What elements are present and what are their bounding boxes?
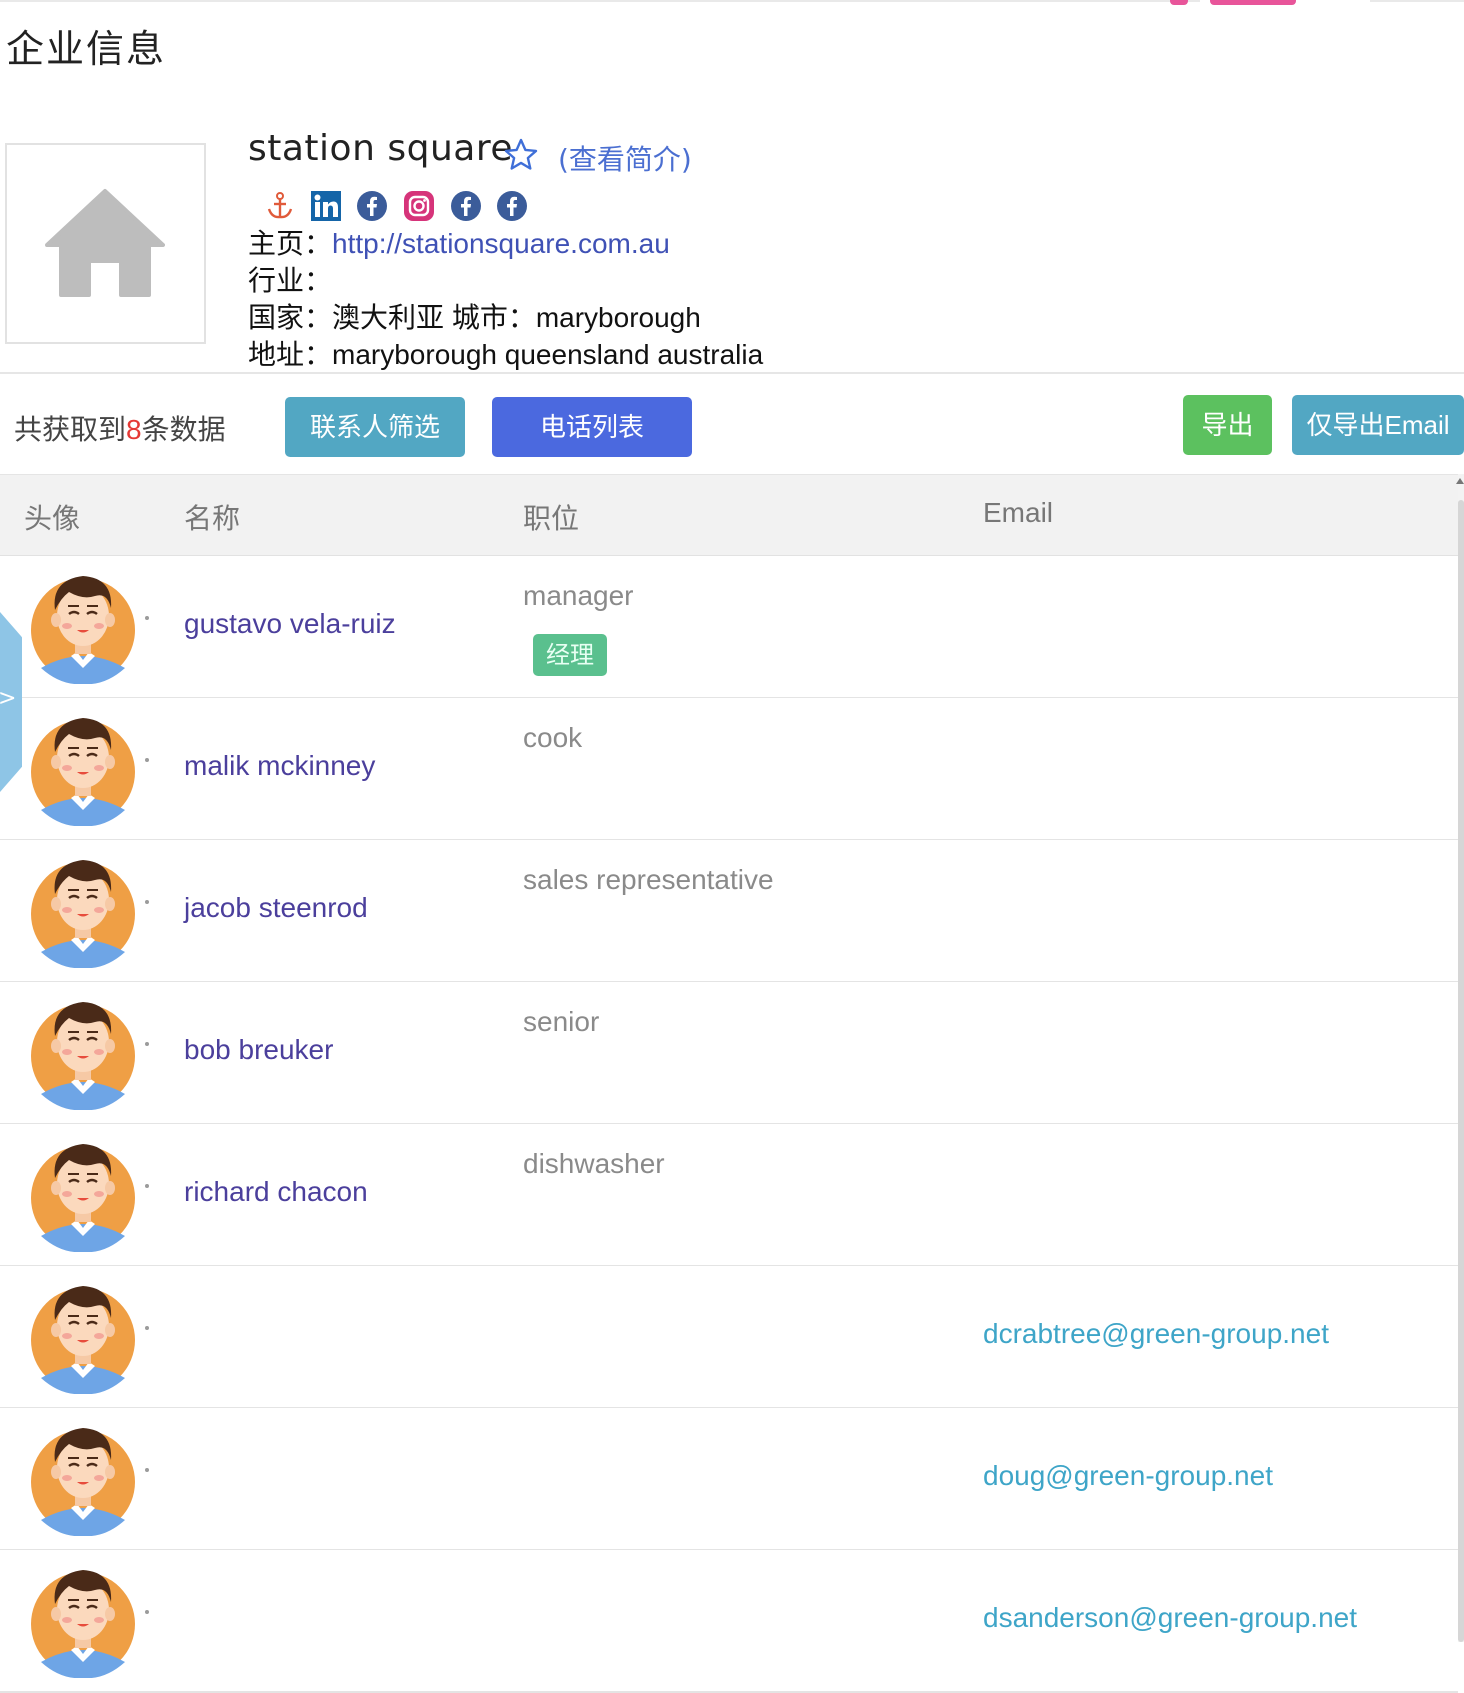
position-tag: 经理: [533, 634, 607, 676]
homepage-label: 主页：: [248, 228, 333, 259]
facebook-icon[interactable]: [356, 190, 388, 222]
linkedin-icon[interactable]: [310, 190, 342, 222]
avatar: [31, 854, 135, 969]
homepage-link[interactable]: http://stationsquare.com.au: [332, 228, 670, 259]
phone-list-button[interactable]: 电话列表: [492, 397, 692, 457]
table-row: jacob steenrod sales representative: [0, 840, 1458, 983]
table-row: malik mckinney cook: [0, 698, 1458, 841]
facebook-icon[interactable]: [450, 190, 482, 222]
avatar: [31, 712, 135, 827]
contact-position: manager: [523, 580, 634, 611]
row-dot: [145, 758, 149, 762]
home-icon: [45, 189, 165, 297]
top-badge: [1170, 0, 1370, 8]
header-position: 职位: [523, 503, 580, 534]
avatar: [31, 996, 135, 1111]
count-suffix: 条数据: [141, 414, 226, 445]
view-intro-link[interactable]: (查看简介): [558, 138, 692, 178]
scroll-up-arrow-icon[interactable]: [1456, 478, 1464, 484]
address-value: maryborough queensland australia: [332, 339, 764, 370]
row-dot: [145, 1184, 149, 1188]
anchor-icon[interactable]: [264, 190, 296, 222]
count-prefix: 共获取到: [14, 414, 127, 445]
address-label: 地址：: [248, 339, 333, 370]
avatar: [31, 1422, 135, 1537]
table-row: richard chacon dishwasher: [0, 1124, 1458, 1267]
table-row: dcrabtree@green-group.net: [0, 1266, 1458, 1409]
scrollbar-thumb[interactable]: [1458, 500, 1464, 1642]
side-expand-tab[interactable]: >: [0, 612, 22, 792]
avatar: [31, 1280, 135, 1395]
contact-position: sales representative: [523, 864, 774, 895]
location-line: 国家：澳大利亚 城市：maryborough: [248, 296, 701, 336]
header-divider: [0, 372, 1464, 374]
contact-email-link[interactable]: doug@green-group.net: [983, 1460, 1273, 1492]
contact-position: dishwasher: [523, 1148, 665, 1179]
address-line: 地址：maryborough queensland australia: [248, 333, 763, 373]
avatar: [31, 1138, 135, 1253]
contact-name-link[interactable]: bob breuker: [184, 1034, 333, 1066]
instagram-icon[interactable]: [403, 190, 435, 222]
result-count: 共获取到8条数据: [14, 408, 226, 448]
contact-position: senior: [523, 1006, 600, 1037]
company-logo: [5, 143, 206, 344]
table-row: gustavo vela-ruiz manager 经理: [0, 556, 1458, 699]
table-row: bob breuker senior: [0, 982, 1458, 1125]
industry-label: 行业：: [248, 265, 333, 296]
row-dot: [145, 1326, 149, 1330]
row-dot: [145, 1610, 149, 1614]
row-dot: [145, 1468, 149, 1472]
avatar: [31, 570, 135, 685]
contact-name-link[interactable]: richard chacon: [184, 1176, 368, 1208]
company-name: station square: [248, 128, 513, 169]
homepage-line: 主页：http://stationsquare.com.au: [248, 222, 670, 262]
row-dot: [145, 900, 149, 904]
row-dot: [145, 616, 149, 620]
city-value: maryborough: [535, 302, 701, 333]
contact-filter-button[interactable]: 联系人筛选: [285, 397, 465, 457]
page-title: 企业信息: [6, 27, 167, 71]
table-header: 头像 名称 职位 Email: [0, 474, 1458, 557]
avatar: [31, 1564, 135, 1679]
header-name: 名称: [184, 503, 241, 534]
contact-email-link[interactable]: dsanderson@green-group.net: [983, 1602, 1357, 1634]
contact-name-link[interactable]: gustavo vela-ruiz: [184, 608, 396, 640]
export-email-button[interactable]: 仅导出Email: [1292, 395, 1464, 455]
contact-name-link[interactable]: malik mckinney: [184, 750, 375, 782]
city-label: 城市：: [451, 302, 536, 333]
count-number: 8: [126, 414, 142, 445]
industry-line: 行业：: [248, 259, 332, 299]
header-avatar: 头像: [24, 503, 81, 534]
country-value: 澳大利亚: [332, 302, 445, 333]
table-row: dsanderson@green-group.net: [0, 1550, 1458, 1693]
export-button[interactable]: 导出: [1183, 395, 1272, 455]
country-label: 国家：: [248, 302, 333, 333]
contact-position: cook: [523, 722, 583, 753]
favorite-star-icon[interactable]: [503, 137, 539, 173]
facebook-icon[interactable]: [496, 190, 528, 222]
table-row: doug@green-group.net: [0, 1408, 1458, 1551]
header-email: Email: [983, 497, 1054, 528]
row-dot: [145, 1042, 149, 1046]
contact-email-link[interactable]: dcrabtree@green-group.net: [983, 1318, 1329, 1350]
contact-name-link[interactable]: jacob steenrod: [184, 892, 368, 924]
